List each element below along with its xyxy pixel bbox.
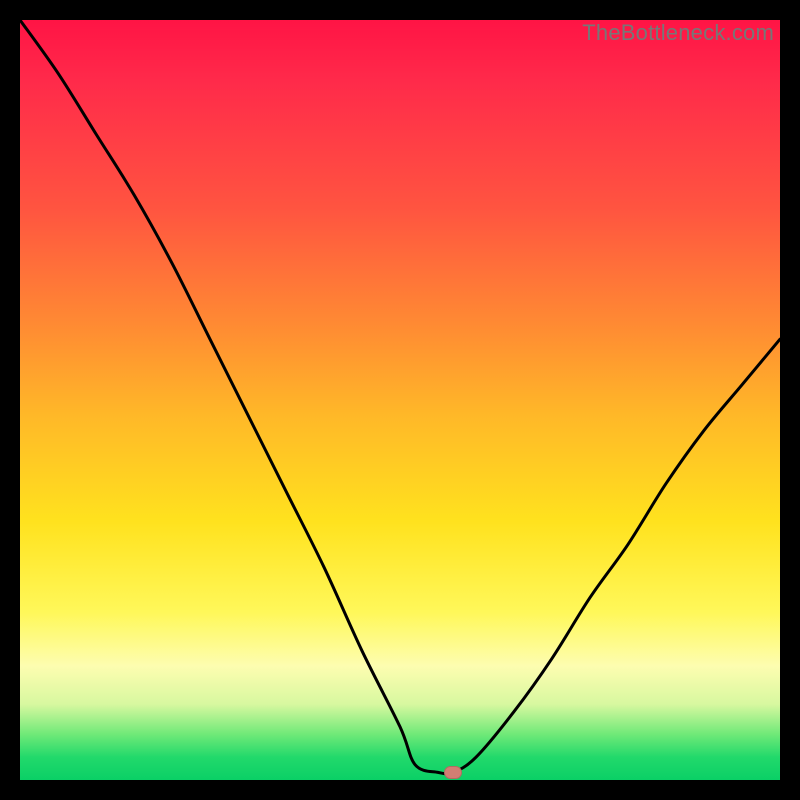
bottleneck-curve [20, 20, 780, 780]
curve-path [20, 20, 780, 774]
plot-area: TheBottleneck.com [20, 20, 780, 780]
chart-frame: TheBottleneck.com [0, 0, 800, 800]
optimum-marker [444, 766, 462, 779]
